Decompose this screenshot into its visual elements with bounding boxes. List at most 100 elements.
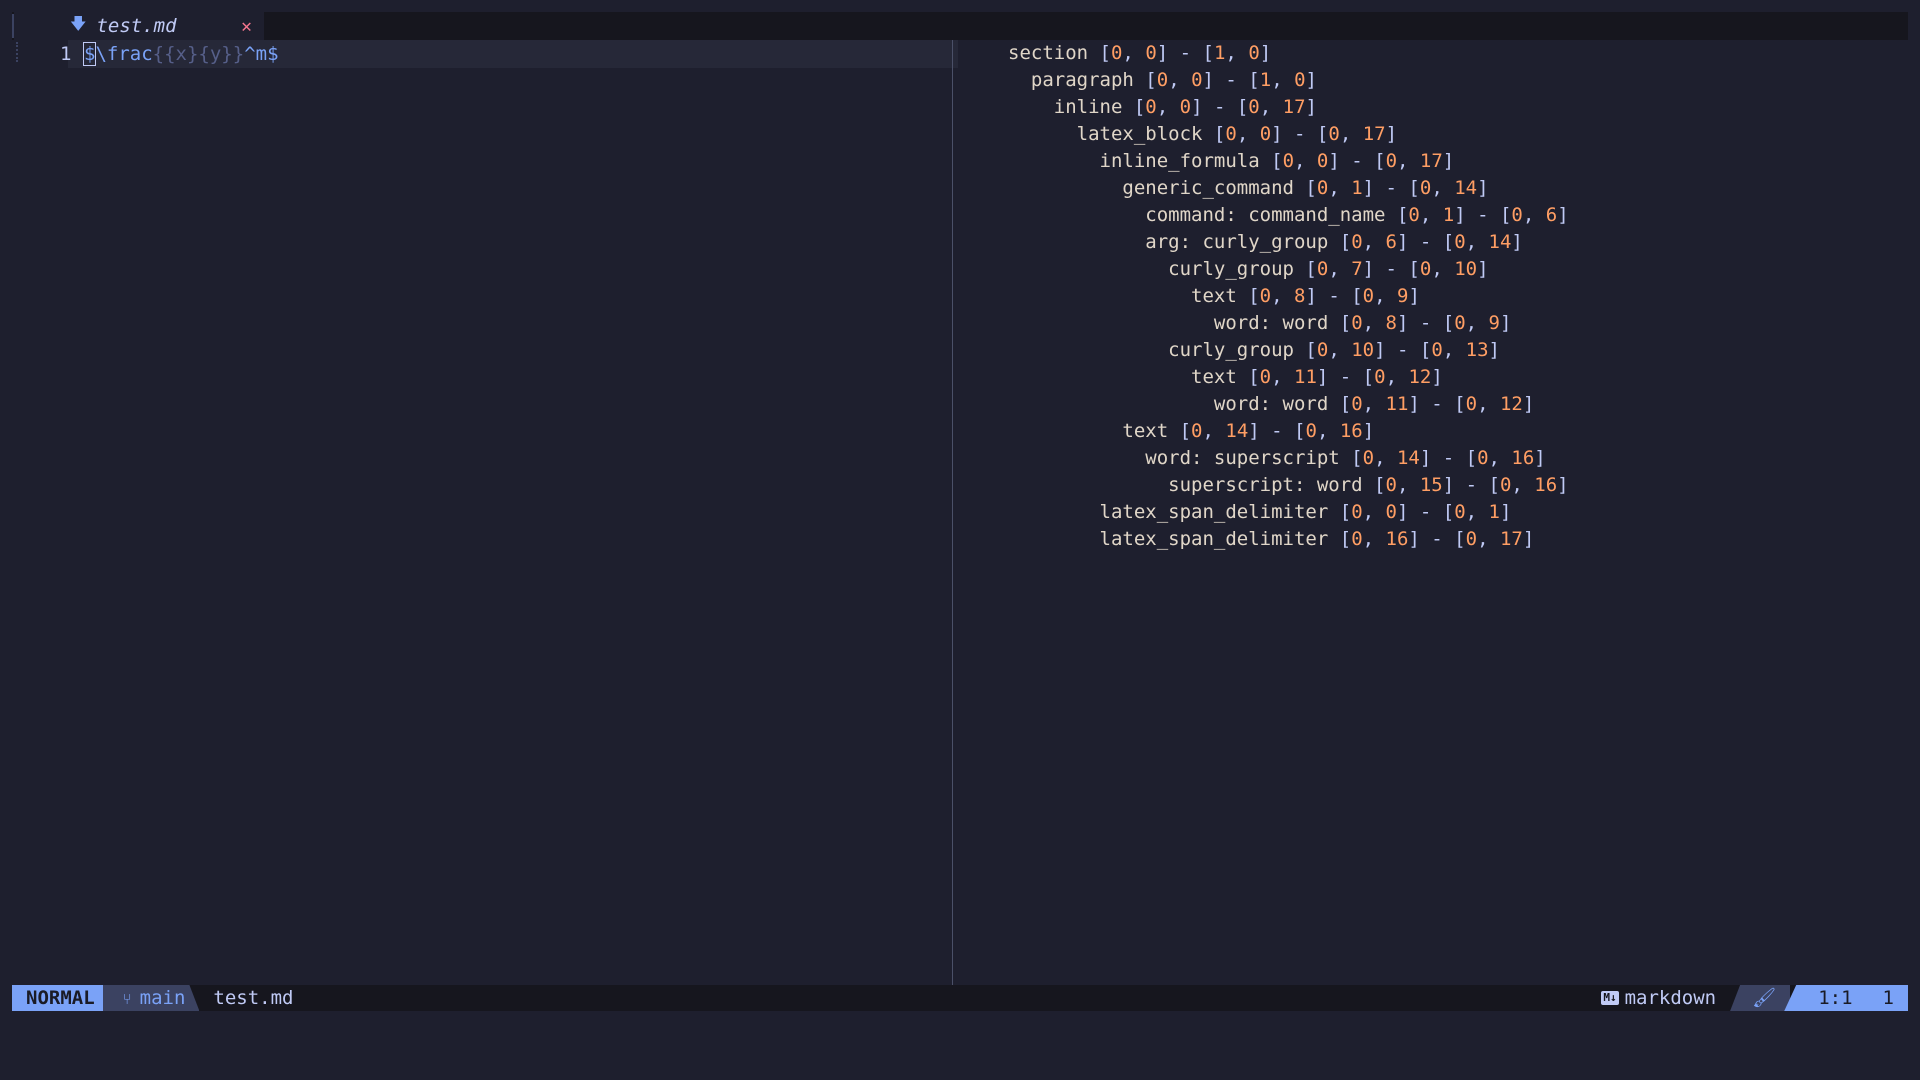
filetype: M↓ markdown [1601, 987, 1716, 1009]
range-number: 0 [1408, 204, 1420, 226]
mode-indicator: NORMAL [12, 985, 109, 1011]
range-number: 0 [1316, 339, 1329, 361]
editor-pane[interactable]: 1 $\frac{{x}{y}}^m$ [12, 40, 958, 985]
range-number: 16 [1511, 447, 1535, 469]
tree-node[interactable]: word: word [0, 11] - [0, 12] [1008, 391, 1569, 418]
code-line[interactable]: $\frac{{x}{y}}^m$ [82, 42, 279, 66]
tree-node[interactable]: section [0, 0] - [1, 0] [1008, 40, 1569, 67]
tree-node[interactable]: text [0, 11] - [0, 12] [1008, 364, 1569, 391]
range-number: 16 [1385, 528, 1409, 550]
range-number: 0 [1225, 123, 1237, 145]
range-number: 17 [1499, 528, 1523, 550]
range-punctuation: [ [1351, 447, 1363, 469]
tree-node[interactable]: word: word [0, 8] - [0, 9] [1008, 310, 1569, 337]
range-punctuation: ] - [ [1408, 393, 1466, 415]
tree-node-label: latex_span_delimiter [1008, 528, 1340, 550]
range-number: 9 [1488, 312, 1500, 334]
range-punctuation: [ [1248, 366, 1260, 388]
range-number: 0 [1499, 474, 1512, 496]
range-punctuation: ] - [ [1396, 501, 1455, 523]
vertical-split[interactable] [952, 40, 953, 985]
tree-node[interactable]: curly_group [0, 7] - [0, 10] [1008, 256, 1569, 283]
range-punctuation: ] - [ [1442, 474, 1500, 496]
tree-node[interactable]: text [0, 8] - [0, 9] [1008, 283, 1569, 310]
range-punctuation: , [1362, 312, 1386, 334]
range-number: 14 [1225, 420, 1249, 442]
line-count: 1 [1882, 987, 1894, 1009]
tree-node[interactable]: text [0, 14] - [0, 16] [1008, 418, 1569, 445]
range-punctuation: [ [1305, 339, 1317, 361]
range-punctuation: , [1419, 204, 1443, 226]
range-punctuation: , [1431, 258, 1455, 280]
cursor-position: 1:1 1 [1784, 985, 1908, 1011]
tree-node[interactable]: generic_command [0, 1] - [0, 14] [1008, 175, 1569, 202]
tree-node-label: word: word [1008, 393, 1340, 415]
range-punctuation: [ [1339, 393, 1352, 415]
tree-node-label: latex_block [1008, 123, 1214, 145]
range-punctuation: [ [1305, 258, 1317, 280]
tree-node[interactable]: latex_block [0, 0] - [0, 17] [1008, 121, 1569, 148]
tree-node[interactable]: word: superscript [0, 14] - [0, 16] [1008, 445, 1569, 472]
range-punctuation: ] [1362, 420, 1375, 442]
range-number: 14 [1488, 231, 1512, 253]
tree-node-label: curly_group [1008, 258, 1306, 280]
range-punctuation: ] - [ [1202, 69, 1260, 91]
range-punctuation: , [1477, 528, 1500, 550]
close-icon[interactable]: ✕ [241, 16, 252, 37]
range-number: 15 [1419, 474, 1443, 496]
range-punctuation: ] [1259, 42, 1272, 64]
range-number: 6 [1545, 204, 1558, 226]
tree-node-label: inline_formula [1008, 150, 1272, 172]
range-number: 0 [1259, 123, 1272, 145]
tree-node-label: inline [1008, 96, 1134, 118]
tab-test-md[interactable]: 🡇 test.md ✕ [14, 12, 264, 40]
range-punctuation: , [1465, 231, 1489, 253]
range-punctuation: ] - [ [1374, 339, 1432, 361]
range-punctuation: , [1156, 96, 1180, 118]
tree-node[interactable]: latex_span_delimiter [0, 16] - [0, 17] [1008, 526, 1569, 553]
tree-node[interactable]: paragraph [0, 0] - [1, 0] [1008, 67, 1569, 94]
tree-node[interactable]: inline_formula [0, 0] - [0, 17] [1008, 148, 1569, 175]
range-punctuation: ] - [ [1271, 123, 1329, 145]
range-punctuation: [ [1339, 501, 1352, 523]
range-punctuation: , [1316, 420, 1340, 442]
range-number: 0 [1145, 42, 1157, 64]
tree-node[interactable]: superscript: word [0, 15] - [0, 16] [1008, 472, 1569, 499]
line-number: 1 [60, 43, 72, 65]
range-punctuation: , [1396, 474, 1420, 496]
tree-node-label: generic_command [1008, 177, 1306, 199]
range-punctuation: , [1362, 231, 1386, 253]
tree-node-label: curly_group [1008, 339, 1306, 361]
tree-node-label: text [1008, 420, 1180, 442]
range-punctuation: , [1168, 69, 1192, 91]
range-punctuation: [ [1213, 123, 1226, 145]
code-tail: ^m$ [244, 43, 279, 65]
tree-node[interactable]: latex_span_delimiter [0, 0] - [0, 1] [1008, 499, 1569, 526]
range-number: 0 [1385, 474, 1397, 496]
syntax-tree-pane[interactable]: section [0, 0] - [1, 0] paragraph [0, 0]… [1008, 40, 1569, 553]
tree-node[interactable]: arg: curly_group [0, 6] - [0, 14] [1008, 229, 1569, 256]
range-number: 0 [1362, 285, 1375, 307]
range-punctuation: [ [1271, 150, 1283, 172]
range-punctuation: , [1271, 366, 1295, 388]
tree-node[interactable]: command: command_name [0, 1] - [0, 6] [1008, 202, 1568, 229]
tree-node[interactable]: curly_group [0, 10] - [0, 13] [1008, 337, 1569, 364]
tree-node-label: superscript: word [1008, 474, 1375, 496]
range-number: 0 [1351, 393, 1363, 415]
range-punctuation: , [1522, 204, 1546, 226]
range-number: 0 [1454, 231, 1466, 253]
tab-title: test.md [96, 15, 177, 37]
range-number: 0 [1259, 285, 1272, 307]
range-number: 0 [1362, 447, 1375, 469]
range-punctuation: ] [1499, 501, 1512, 523]
range-punctuation: ] - [ [1156, 42, 1214, 64]
tree-node[interactable]: inline [0, 0] - [0, 17] [1008, 94, 1569, 121]
range-number: 0 [1477, 447, 1489, 469]
range-number: 0 [1351, 312, 1363, 334]
range-punctuation: , [1339, 123, 1363, 145]
range-punctuation: ] - [ [1191, 96, 1249, 118]
range-punctuation: [ [1133, 96, 1146, 118]
range-punctuation: [ [1179, 420, 1192, 442]
range-punctuation: , [1465, 312, 1489, 334]
range-punctuation: ] - [ [1328, 150, 1386, 172]
